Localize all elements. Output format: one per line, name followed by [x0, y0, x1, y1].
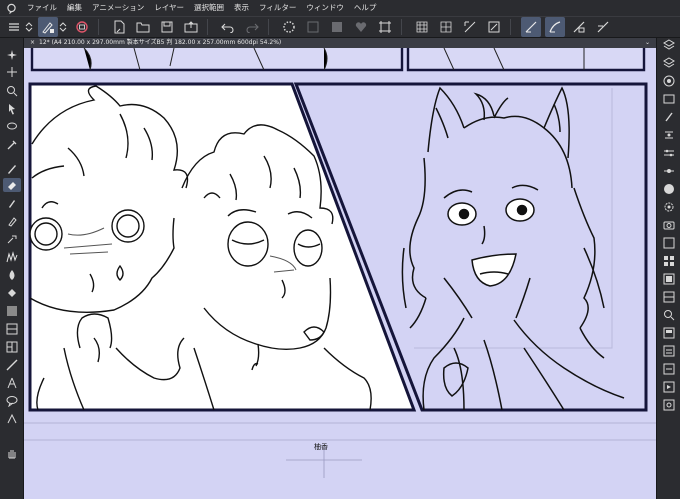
open-file-icon[interactable]: [133, 17, 153, 37]
snap-grid-icon[interactable]: [569, 17, 589, 37]
move-icon[interactable]: [3, 65, 21, 79]
brush-size-icon[interactable]: [661, 110, 677, 124]
vector-eraser-icon[interactable]: [484, 17, 504, 37]
correct-line-icon[interactable]: [3, 412, 21, 426]
menu-edit[interactable]: 編集: [62, 0, 87, 16]
drawing-canvas[interactable]: 柚香: [24, 48, 656, 499]
auto-action-icon[interactable]: [661, 380, 677, 394]
layers-icon[interactable]: [661, 38, 677, 52]
search-layer-icon[interactable]: [661, 308, 677, 322]
document-tab-title: 12* (A4 210.00 x 297.00mm 製本サイズB5 判 182.…: [39, 39, 282, 46]
frame-border-icon[interactable]: [3, 340, 21, 354]
document-tab[interactable]: × 12* (A4 210.00 x 297.00mm 製本サイズB5 判 182…: [24, 38, 656, 48]
menu-bar: ファイル 編集 アニメーション レイヤー 選択範囲 表示 フィルター ウィンドウ…: [0, 0, 680, 16]
snap-special-ruler-icon[interactable]: [593, 17, 613, 37]
color-history-icon[interactable]: [661, 236, 677, 250]
toolbar-divider: [207, 19, 208, 35]
menu-layer[interactable]: レイヤー: [149, 0, 189, 16]
sub-tool-icon[interactable]: [661, 146, 677, 160]
stepper-icon[interactable]: [24, 17, 34, 37]
toolbar-divider: [401, 19, 402, 35]
eyedropper-icon[interactable]: [3, 138, 21, 152]
hamburger-menu-icon[interactable]: [4, 17, 24, 37]
stepper-icon[interactable]: [58, 17, 68, 37]
sparkle-icon[interactable]: [3, 48, 21, 62]
ruler-icon[interactable]: [3, 358, 21, 372]
menu-help[interactable]: ヘルプ: [349, 0, 382, 16]
balloon-icon[interactable]: [3, 394, 21, 408]
animation-cels-icon[interactable]: [661, 326, 677, 340]
toolbar-divider: [98, 19, 99, 35]
hand-icon[interactable]: [3, 446, 21, 460]
menu-animation[interactable]: アニメーション: [87, 0, 149, 16]
clip-studio-logo-icon[interactable]: [0, 0, 22, 16]
item-bank-icon[interactable]: [661, 398, 677, 412]
loading-spinner-icon[interactable]: [279, 17, 299, 37]
fill-tool-icon[interactable]: [3, 286, 21, 300]
undo-icon[interactable]: [218, 17, 238, 37]
redo-icon[interactable]: [242, 17, 262, 37]
snap-ruler-icon[interactable]: [521, 17, 541, 37]
zoom-tool-icon[interactable]: [3, 84, 21, 98]
operation-icon[interactable]: [3, 102, 21, 116]
tool-property-icon[interactable]: [661, 164, 677, 178]
ruler-snap-icon[interactable]: [436, 17, 456, 37]
menu-view[interactable]: 表示: [229, 0, 254, 16]
gradient-icon[interactable]: [3, 304, 21, 318]
menu-selection[interactable]: 選択範囲: [189, 0, 229, 16]
pen-icon[interactable]: [3, 162, 21, 176]
pen-pressure-icon[interactable]: [38, 17, 58, 37]
color-set-icon[interactable]: [661, 254, 677, 268]
fill-icon[interactable]: [327, 17, 347, 37]
timeline-icon[interactable]: [661, 344, 677, 358]
eraser-icon[interactable]: [3, 178, 21, 192]
quick-access-icon[interactable]: [661, 362, 677, 376]
brush-icon[interactable]: [3, 196, 21, 210]
stabilizer-icon[interactable]: [460, 17, 480, 37]
color-slider-icon[interactable]: [661, 182, 677, 196]
approximate-color-icon[interactable]: [661, 290, 677, 304]
property-icon[interactable]: [661, 128, 677, 142]
snap-perspective-icon[interactable]: [545, 17, 565, 37]
navigator-icon[interactable]: [661, 92, 677, 106]
camera-icon[interactable]: [661, 218, 677, 232]
new-file-icon[interactable]: [109, 17, 129, 37]
settings-icon[interactable]: [661, 200, 677, 214]
close-icon[interactable]: ×: [30, 38, 35, 48]
toolbar-divider: [510, 19, 511, 35]
manga-page-artwork: [24, 48, 656, 499]
save-icon[interactable]: [157, 17, 177, 37]
export-icon[interactable]: [181, 17, 201, 37]
blend-icon[interactable]: [3, 268, 21, 282]
tool-palette: [0, 38, 24, 499]
grid-icon[interactable]: [412, 17, 432, 37]
heart-fill-icon[interactable]: [351, 17, 371, 37]
lasso-icon[interactable]: [3, 120, 21, 134]
figure-icon[interactable]: [3, 322, 21, 336]
color-wheel-icon[interactable]: [661, 74, 677, 88]
chevron-down-icon[interactable]: ⌄: [645, 38, 650, 48]
right-palette-bar: [656, 38, 680, 499]
intermediate-color-icon[interactable]: [661, 272, 677, 286]
menu-window[interactable]: ウィンドウ: [301, 0, 349, 16]
menu-filter[interactable]: フィルター: [254, 0, 301, 16]
material-icon[interactable]: [661, 56, 677, 70]
text-icon[interactable]: [3, 376, 21, 390]
clear-icon[interactable]: [303, 17, 323, 37]
command-bar: [0, 16, 680, 38]
airbrush-icon[interactable]: [3, 232, 21, 246]
toolbar-divider: [268, 19, 269, 35]
menu-file[interactable]: ファイル: [22, 0, 62, 16]
marker-icon[interactable]: [3, 214, 21, 228]
zoom-icon[interactable]: [72, 17, 92, 37]
page-caption: 柚香: [314, 443, 328, 451]
transform-icon[interactable]: [375, 17, 395, 37]
decoration-icon[interactable]: [3, 250, 21, 264]
